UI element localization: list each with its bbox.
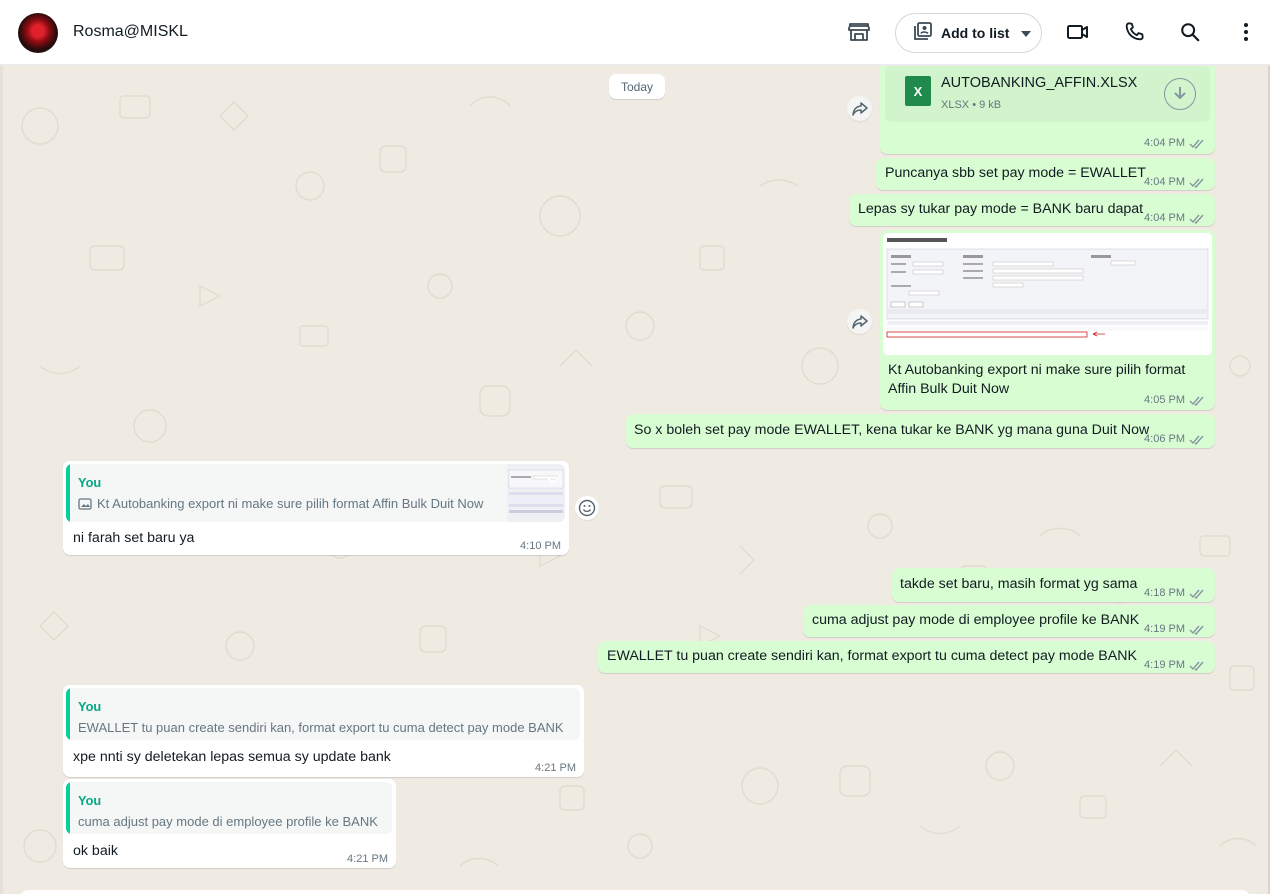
forward-icon[interactable] (847, 96, 872, 121)
message-bubble[interactable]: cuma adjust pay mode di employee profile… (803, 605, 1215, 637)
menu-icon[interactable] (1233, 19, 1259, 45)
image-attachment[interactable] (883, 233, 1212, 355)
download-button[interactable] (1164, 78, 1196, 110)
add-to-list-icon (913, 21, 933, 46)
read-ticks-icon (1189, 434, 1205, 445)
message-composer[interactable] (20, 890, 1250, 894)
message-text: So x boleh set pay mode EWALLET, kena tu… (634, 422, 1150, 438)
image-caption-line1: Kt Autobanking export ni make sure pilih… (888, 362, 1186, 378)
message-meta: 4:04 PM (1144, 173, 1205, 192)
message-text: EWALLET tu puan create sendiri kan, form… (607, 648, 1137, 664)
chevron-down-icon (1021, 24, 1032, 42)
message-time: 4:04 PM (1144, 137, 1185, 149)
message-meta: 4:04 PM (1144, 209, 1205, 228)
message-image[interactable]: Kt Autobanking export ni make sure pilih… (880, 230, 1215, 410)
message-text: ni farah set baru ya (73, 530, 195, 546)
quote-author: You (78, 475, 102, 490)
document-card[interactable]: X AUTOBANKING_AFFIN.XLSX XLSX • 9 kB (885, 66, 1210, 122)
message-reply[interactable]: You cuma adjust pay mode di employee pro… (63, 779, 396, 868)
message-list[interactable]: Today X AUTOBANKING_AFFIN.XLSX XLSX • 9 … (0, 66, 1270, 894)
download-icon (1174, 87, 1186, 100)
read-ticks-icon (1189, 177, 1205, 188)
message-time: 4:21 PM (535, 762, 576, 774)
quote-text: EWALLET tu puan create sendiri kan, form… (78, 720, 564, 735)
read-ticks-icon (1189, 660, 1205, 671)
message-time: 4:19 PM (1144, 659, 1185, 671)
add-to-list-label: Add to list (941, 25, 1010, 41)
quote-author: You (78, 793, 102, 808)
quoted-message[interactable]: You EWALLET tu puan create sendiri kan, … (66, 688, 580, 740)
message-text: xpe nnti sy deletekan lepas semua sy upd… (73, 749, 391, 765)
read-ticks-icon (1189, 395, 1205, 406)
message-time: 4:04 PM (1144, 176, 1185, 188)
read-ticks-icon (1189, 624, 1205, 635)
message-time: 4:04 PM (1144, 212, 1185, 224)
forward-icon[interactable] (847, 309, 872, 334)
contact-avatar[interactable] (18, 13, 58, 53)
message-reply[interactable]: You EWALLET tu puan create sendiri kan, … (63, 685, 584, 777)
message-meta: 4:06 PM (1144, 430, 1205, 449)
message-meta: 4:21 PM (347, 850, 388, 869)
quote-text: cuma adjust pay mode di employee profile… (78, 814, 378, 829)
message-document[interactable]: X AUTOBANKING_AFFIN.XLSX XLSX • 9 kB 4:0… (880, 66, 1215, 154)
catalog-icon[interactable] (846, 19, 872, 45)
quote-text: Kt Autobanking export ni make sure pilih… (97, 496, 484, 511)
message-time: 4:05 PM (1144, 394, 1185, 406)
message-bubble[interactable]: takde set baru, masih format yg sama 4:1… (892, 568, 1215, 602)
message-time: 4:10 PM (520, 540, 561, 552)
message-meta: 4:10 PM (520, 537, 561, 556)
message-bubble[interactable]: Lepas sy tukar pay mode = BANK baru dapa… (849, 194, 1215, 226)
document-type: XLSX (941, 99, 970, 111)
message-text: takde set baru, masih format yg sama (900, 576, 1138, 592)
message-meta: 4:05 PM (1144, 391, 1205, 410)
message-bubble[interactable]: So x boleh set pay mode EWALLET, kena tu… (626, 414, 1215, 448)
document-name: AUTOBANKING_AFFIN.XLSX (941, 75, 1138, 91)
message-text: cuma adjust pay mode di employee profile… (812, 612, 1140, 628)
image-caption-line2: Affin Bulk Duit Now (888, 381, 1010, 397)
chevron-down-icon[interactable] (547, 472, 559, 491)
message-time: 4:19 PM (1144, 623, 1185, 635)
panel-edge (0, 66, 3, 894)
read-ticks-icon (1189, 138, 1205, 149)
message-meta: 4:19 PM (1144, 620, 1205, 639)
message-meta: 4:18 PM (1144, 584, 1205, 603)
chat-header: Rosma@MISKL Add to list (0, 0, 1270, 65)
emoji-react-icon[interactable] (575, 496, 599, 520)
message-meta: 4:21 PM (535, 759, 576, 778)
screenshot-preview (883, 233, 1212, 355)
quote-author: You (78, 699, 102, 714)
message-time: 4:06 PM (1144, 433, 1185, 445)
search-icon[interactable] (1177, 19, 1203, 45)
message-text: ok baik (73, 843, 118, 859)
quoted-message[interactable]: You cuma adjust pay mode di employee pro… (66, 782, 392, 834)
message-bubble[interactable]: Puncanya sbb set pay mode = EWALLET 4:04… (876, 158, 1215, 190)
contact-name[interactable]: Rosma@MISKL (73, 23, 188, 41)
message-text: Lepas sy tukar pay mode = BANK baru dapa… (858, 201, 1144, 217)
message-time: 4:21 PM (347, 853, 388, 865)
message-meta: 4:19 PM (1144, 656, 1205, 675)
read-ticks-icon (1189, 213, 1205, 224)
message-reply[interactable]: You Kt Autobanking export ni make sure p… (63, 461, 569, 555)
video-call-icon[interactable] (1065, 19, 1091, 45)
quoted-message[interactable]: You Kt Autobanking export ni make sure p… (66, 464, 565, 522)
add-to-list-button[interactable]: Add to list (895, 13, 1042, 53)
read-ticks-icon (1189, 588, 1205, 599)
excel-file-icon: X (905, 76, 931, 106)
photo-icon (78, 497, 92, 510)
quote-accent-bar (66, 464, 70, 522)
day-divider: Today (609, 74, 665, 99)
message-time: 4:18 PM (1144, 587, 1185, 599)
message-bubble[interactable]: EWALLET tu puan create sendiri kan, form… (598, 641, 1215, 673)
quote-text-row: Kt Autobanking export ni make sure pilih… (78, 494, 483, 513)
quote-accent-bar (66, 782, 70, 834)
document-size: 9 kB (979, 99, 1002, 111)
document-info: XLSX • 9 kB (941, 96, 1001, 115)
message-meta: 4:04 PM (1144, 134, 1205, 153)
voice-call-icon[interactable] (1121, 19, 1147, 45)
quote-accent-bar (66, 688, 70, 740)
message-text: Puncanya sbb set pay mode = EWALLET (885, 165, 1146, 181)
